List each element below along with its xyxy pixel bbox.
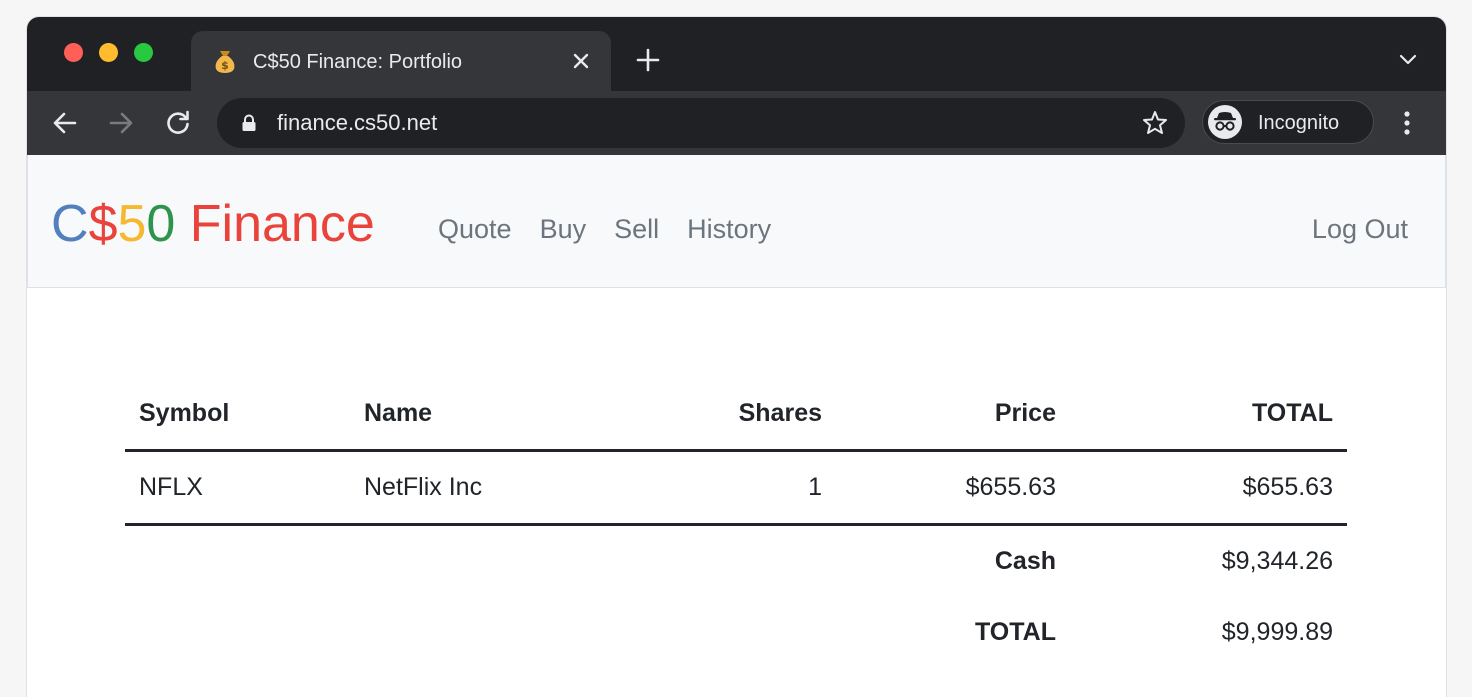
header-symbol: Symbol <box>125 377 350 452</box>
profile-label: Incognito <box>1258 112 1340 134</box>
header-price: Price <box>836 377 1070 452</box>
brand-digit-0: 0 <box>146 195 176 253</box>
money-bag-icon: $ <box>211 47 239 82</box>
tab-title: C$50 Finance: Portfolio <box>253 51 463 73</box>
brand-digit-5: 5 <box>117 195 147 253</box>
reload-icon[interactable] <box>164 109 192 137</box>
svg-text:$: $ <box>221 59 229 72</box>
nav-link-history[interactable]: History <box>687 213 785 245</box>
nav-links: Quote Buy Sell History <box>438 213 799 245</box>
nav-link-buy[interactable]: Buy <box>540 213 601 245</box>
minimize-window-button[interactable] <box>99 43 118 62</box>
kebab-menu-icon[interactable] <box>1395 109 1419 137</box>
back-arrow-icon[interactable] <box>51 109 79 137</box>
nav-link-quote[interactable]: Quote <box>438 213 526 245</box>
zoom-window-button[interactable] <box>134 43 153 62</box>
table-row: NFLX NetFlix Inc 1 $655.63 $655.63 <box>125 450 1347 526</box>
incognito-icon <box>1207 104 1243 140</box>
cell-symbol: NFLX <box>125 450 350 526</box>
header-total: TOTAL <box>1070 377 1347 452</box>
active-tab[interactable]: $ C$50 Finance: Portfolio <box>191 31 611 91</box>
close-window-button[interactable] <box>64 43 83 62</box>
bookmark-star-icon[interactable] <box>1141 109 1169 137</box>
grand-total-value: $9,999.89 <box>1221 618 1333 646</box>
cash-label: Cash <box>994 547 1056 575</box>
cash-row: Cash $9,344.26 <box>125 525 1347 598</box>
header-shares: Shares <box>627 377 836 452</box>
chevron-down-icon[interactable] <box>1398 53 1418 67</box>
brand-logo[interactable]: C$50 Finance <box>51 193 375 255</box>
url-text: finance.cs50.net <box>277 110 438 135</box>
close-tab-icon[interactable] <box>569 49 593 73</box>
portfolio-table: Symbol Name Shares Price TOTAL NFLX NetF… <box>125 377 1347 668</box>
brand-dollar: $ <box>88 195 118 253</box>
tab-strip: $ C$50 Finance: Portfolio <box>27 17 1446 91</box>
logout-link[interactable]: Log Out <box>1312 213 1408 245</box>
site-navbar: C$50 Finance Quote Buy Sell History Log … <box>27 155 1446 288</box>
cash-value: $9,344.26 <box>1221 547 1333 575</box>
lock-icon[interactable] <box>241 114 257 132</box>
browser-toolbar: finance.cs50.net Incognito <box>27 91 1446 155</box>
cell-price: $655.63 <box>836 450 1070 526</box>
portfolio-table-container: Symbol Name Shares Price TOTAL NFLX NetF… <box>125 377 1347 668</box>
grand-total-row: TOTAL $9,999.89 <box>125 597 1347 668</box>
cell-name: NetFlix Inc <box>350 450 627 526</box>
grand-total-label: TOTAL <box>974 618 1056 646</box>
address-bar[interactable]: finance.cs50.net <box>217 98 1185 148</box>
cell-total: $655.63 <box>1070 450 1347 526</box>
cell-shares: 1 <box>627 450 836 526</box>
forward-arrow-icon[interactable] <box>107 109 135 137</box>
browser-window: $ C$50 Finance: Portfolio finance.cs50.n… <box>27 17 1446 697</box>
brand-letter-c: C <box>51 195 89 253</box>
nav-link-sell[interactable]: Sell <box>614 213 673 245</box>
brand-finance: Finance <box>175 195 375 253</box>
new-tab-button[interactable] <box>635 47 661 73</box>
incognito-profile-button[interactable]: Incognito <box>1202 100 1374 144</box>
header-name: Name <box>350 377 627 452</box>
table-header-row: Symbol Name Shares Price TOTAL <box>125 377 1347 452</box>
